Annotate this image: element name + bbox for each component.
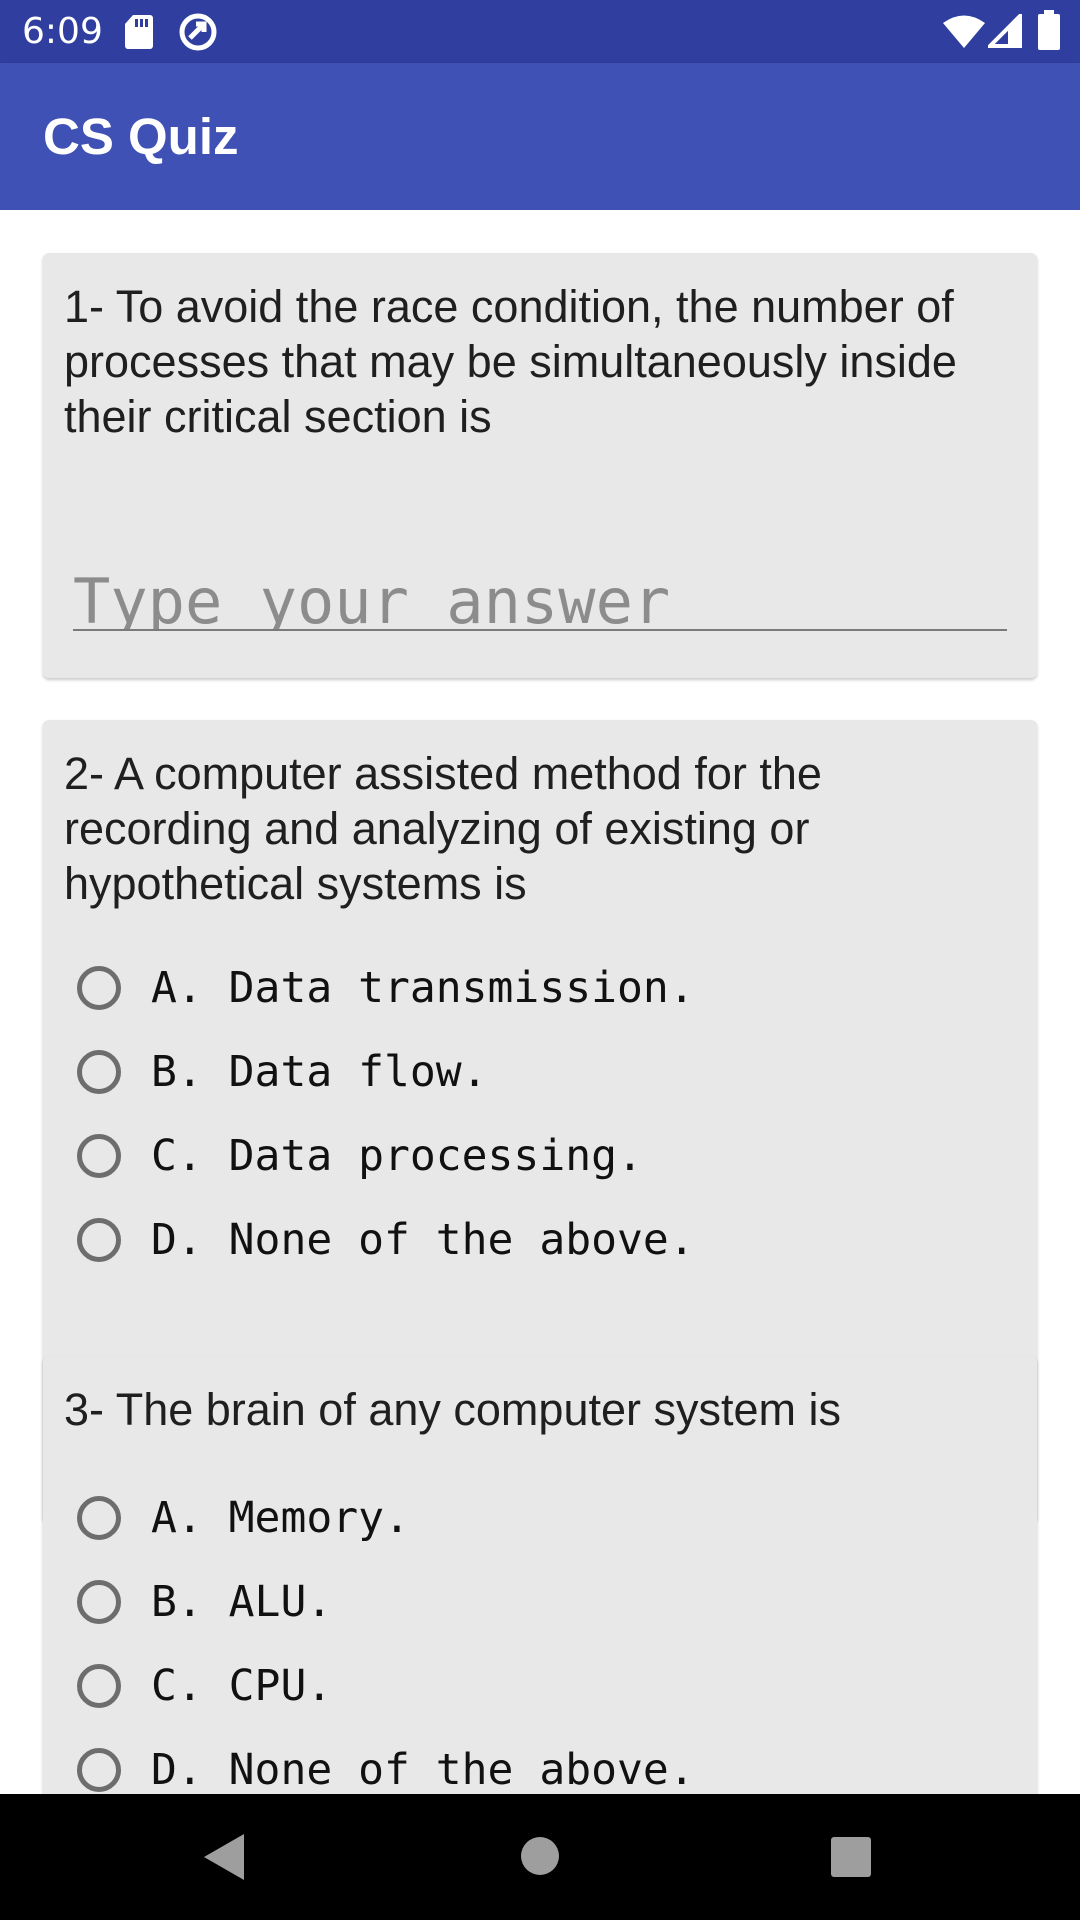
option-label: A. Data transmission. — [151, 963, 695, 1013]
status-bar: 6:09 — [0, 0, 1080, 63]
signal-icon — [988, 14, 1022, 48]
sd-card-icon — [125, 15, 153, 49]
option-a[interactable]: A. Data transmission. — [77, 958, 977, 1026]
home-icon[interactable] — [520, 1836, 560, 1876]
option-label: C. Data processing. — [151, 1131, 643, 1181]
option-a[interactable]: A. Memory. — [77, 1488, 977, 1556]
quiz-scroll-area[interactable]: 1- To avoid the race condition, the numb… — [0, 210, 1080, 1794]
option-label: C. CPU. — [151, 1661, 333, 1711]
radio-button[interactable] — [77, 1496, 121, 1540]
question-card-1: 1- To avoid the race condition, the numb… — [43, 253, 1037, 678]
option-label: A. Memory. — [151, 1493, 410, 1543]
option-c[interactable]: C. CPU. — [77, 1656, 977, 1724]
option-label: B. ALU. — [151, 1577, 333, 1627]
option-b[interactable]: B. Data flow. — [77, 1042, 977, 1110]
recents-icon[interactable] — [831, 1837, 871, 1877]
radio-button[interactable] — [77, 966, 121, 1010]
radio-button[interactable] — [77, 1218, 121, 1262]
radio-button[interactable] — [77, 1748, 121, 1792]
option-label: B. Data flow. — [151, 1047, 488, 1097]
answer-input[interactable] — [73, 573, 1007, 631]
option-label: D. None of the above. — [151, 1215, 695, 1265]
back-icon[interactable] — [204, 1834, 244, 1880]
question-text: 1- To avoid the race condition, the numb… — [64, 281, 957, 442]
radio-button[interactable] — [77, 1134, 121, 1178]
option-b[interactable]: B. ALU. — [77, 1572, 977, 1640]
radio-button[interactable] — [77, 1664, 121, 1708]
wifi-icon — [943, 15, 985, 48]
status-time: 6:09 — [22, 11, 103, 52]
question-text: 2- A computer assisted method for the re… — [64, 748, 822, 909]
app-bar: CS Quiz — [0, 63, 1080, 210]
option-c[interactable]: C. Data processing. — [77, 1126, 977, 1194]
radio-button[interactable] — [77, 1050, 121, 1094]
option-label: D. None of the above. — [151, 1745, 695, 1794]
option-d[interactable]: D. None of the above. — [77, 1740, 977, 1794]
app-title: CS Quiz — [43, 108, 239, 165]
battery-icon — [1038, 10, 1060, 50]
option-d[interactable]: D. None of the above. — [77, 1210, 977, 1278]
navigation-bar — [0, 1794, 1080, 1920]
question-text: 3- The brain of any computer system is — [64, 1384, 841, 1435]
sync-icon — [179, 13, 217, 51]
question-card-3: 3- The brain of any computer system is A… — [43, 1356, 1037, 1794]
radio-button[interactable] — [77, 1580, 121, 1624]
